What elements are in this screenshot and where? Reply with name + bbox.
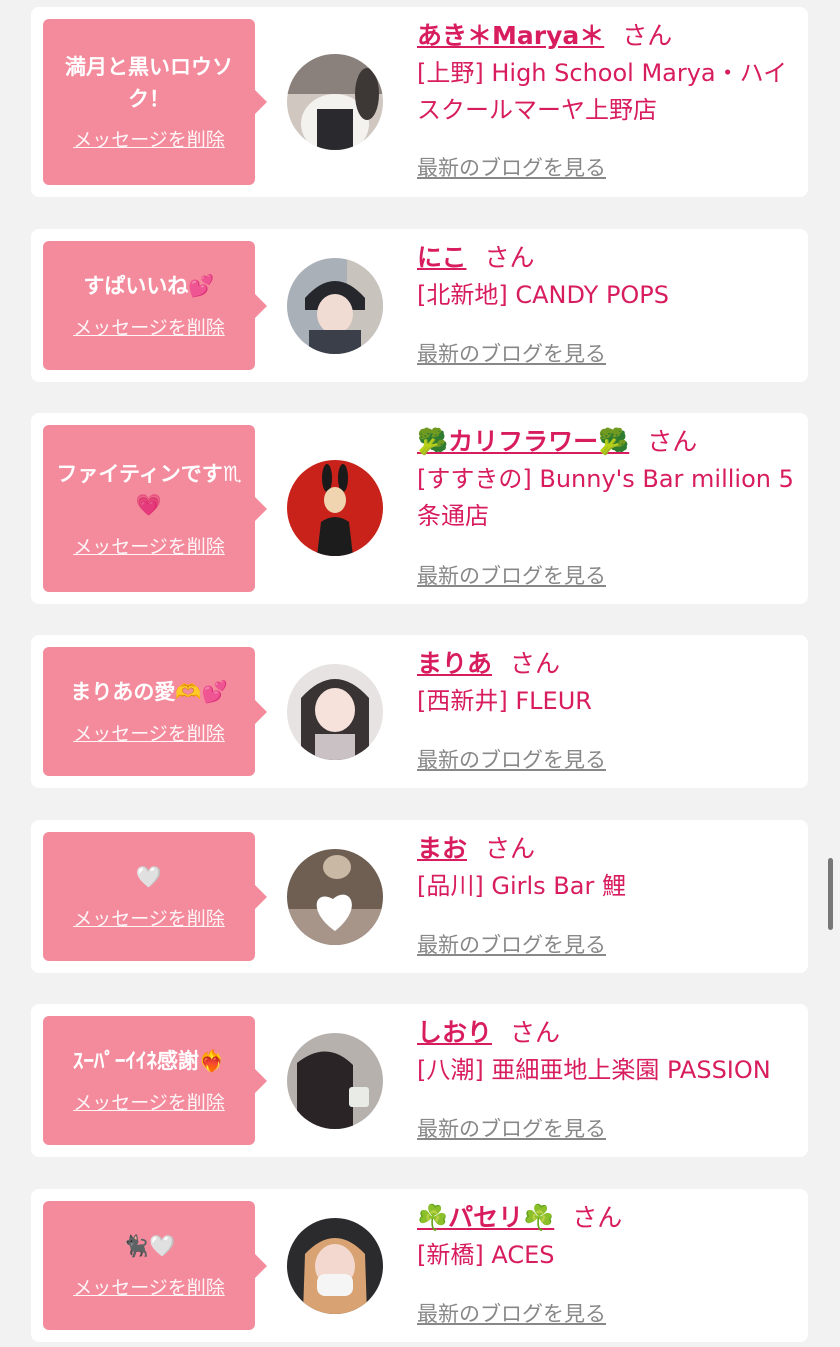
cast-info: にこ さん [北新地] CANDY POPS [417,243,797,314]
honorific: さん [622,21,673,50]
latest-blog-link[interactable]: 最新のブログを見る [417,1113,606,1143]
cast-info: まお さん [品川] Girls Bar 鯉 [417,834,797,905]
avatar[interactable] [287,1033,383,1129]
shop-name: [八潮] 亜細亜地上楽園 PASSION [417,1056,771,1084]
latest-blog-link[interactable]: 最新のブログを見る [417,929,606,959]
cast-name-link[interactable]: 🥦カリフラワー🥦 [417,427,629,456]
cast-info: しおり さん [八潮] 亜細亜地上楽園 PASSION [417,1018,797,1089]
cast-name-link[interactable]: まりあ [417,649,492,678]
avatar[interactable] [287,1218,383,1314]
delete-message-link[interactable]: メッセージを削除 [73,1088,225,1115]
delete-message-link[interactable]: メッセージを削除 [73,719,225,746]
message-text: 🤍 [135,865,163,890]
shop-name: [北新地] CANDY POPS [417,281,670,309]
delete-message-link[interactable]: メッセージを削除 [73,313,225,340]
cast-name-link[interactable]: ☘️パセリ☘️ [417,1203,554,1232]
message-card: すぱいいね💕 メッセージを削除 にこ さん [北新地] CANDY POPS 最新… [31,229,808,382]
blog-row: 最新のブログを見る [417,1113,797,1143]
avatar[interactable] [287,849,383,945]
message-text: ファイティンです♏💗 [56,461,242,518]
blog-row: 最新のブログを見る [417,929,797,959]
honorific: さん [572,1203,623,1232]
message-text: 満月と黒いロウソク！ [65,55,233,111]
blog-row: 最新のブログを見る [417,560,797,590]
avatar[interactable] [287,54,383,150]
message-bubble: 満月と黒いロウソク！ メッセージを削除 [43,19,267,185]
delete-message-link[interactable]: メッセージを削除 [73,1273,225,1300]
message-bubble: ファイティンです♏💗 メッセージを削除 [43,425,267,592]
cast-info: 🥦カリフラワー🥦 さん [すすきの] Bunny's Bar million 5条… [417,427,797,535]
honorific: さん [510,1018,561,1047]
cast-name-link[interactable]: まお [417,834,467,863]
shop-name: [西新井] FLEUR [417,687,592,715]
latest-blog-link[interactable]: 最新のブログを見る [417,338,606,368]
cast-name-link[interactable]: しおり [417,1018,492,1047]
cast-info: あき＊Marya＊ さん [上野] High School Marya・ハイスクー… [417,21,797,129]
blog-row: 最新のブログを見る [417,1298,797,1328]
latest-blog-link[interactable]: 最新のブログを見る [417,560,606,590]
message-card: 満月と黒いロウソク！ メッセージを削除 あき＊Marya＊ さん [上野] Hig… [31,7,808,197]
message-text: 🐈‍⬛🤍 [122,1234,176,1259]
shop-name: [すすきの] Bunny's Bar million 5条通店 [417,465,794,530]
cast-info: ☘️パセリ☘️ さん [新橋] ACES [417,1203,797,1274]
latest-blog-link[interactable]: 最新のブログを見る [417,152,606,182]
message-card: ｽｰﾊﾟｰｲｲﾈ感謝❤️‍🔥 メッセージを削除 しおり さん [八潮] 亜細亜地上… [31,1004,808,1157]
delete-message-link[interactable]: メッセージを削除 [73,532,225,559]
honorific: さん [510,649,561,678]
message-text: すぱいいね💕 [83,274,215,299]
message-bubble: まりあの愛🫶💕 メッセージを削除 [43,647,267,776]
honorific: さん [647,427,698,456]
message-card: まりあの愛🫶💕 メッセージを削除 まりあ さん [西新井] FLEUR 最新のブロ… [31,635,808,788]
message-bubble: 🤍 メッセージを削除 [43,832,267,961]
cast-info: まりあ さん [西新井] FLEUR [417,649,797,720]
shop-name: [上野] High School Marya・ハイスクールマーヤ上野店 [417,59,788,124]
avatar[interactable] [287,258,383,354]
shop-name: [新橋] ACES [417,1241,555,1269]
message-bubble: すぱいいね💕 メッセージを削除 [43,241,267,370]
scrollbar[interactable] [828,858,833,930]
blog-row: 最新のブログを見る [417,338,797,368]
latest-blog-link[interactable]: 最新のブログを見る [417,744,606,774]
cast-name-link[interactable]: あき＊Marya＊ [417,21,604,50]
cast-name-link[interactable]: にこ [417,243,467,272]
honorific: さん [484,243,535,272]
message-text: まりあの愛🫶💕 [70,680,228,705]
message-text: ｽｰﾊﾟｰｲｲﾈ感謝❤️‍🔥 [72,1049,226,1074]
delete-message-link[interactable]: メッセージを削除 [73,904,225,931]
shop-name: [品川] Girls Bar 鯉 [417,872,626,900]
avatar[interactable] [287,460,383,556]
blog-row: 最新のブログを見る [417,744,797,774]
blog-row: 最新のブログを見る [417,152,797,182]
message-card: 🤍 メッセージを削除 まお さん [品川] Girls Bar 鯉 最新のブログを… [31,820,808,973]
latest-blog-link[interactable]: 最新のブログを見る [417,1298,606,1328]
message-bubble: 🐈‍⬛🤍 メッセージを削除 [43,1201,267,1330]
honorific: さん [485,834,536,863]
message-card: 🐈‍⬛🤍 メッセージを削除 ☘️パセリ☘️ さん [新橋] ACES 最新のブログ… [31,1189,808,1342]
avatar[interactable] [287,664,383,760]
delete-message-link[interactable]: メッセージを削除 [73,125,225,152]
message-card: ファイティンです♏💗 メッセージを削除 🥦カリフラワー🥦 さん [すすきの] Bu… [31,413,808,604]
message-bubble: ｽｰﾊﾟｰｲｲﾈ感謝❤️‍🔥 メッセージを削除 [43,1016,267,1145]
